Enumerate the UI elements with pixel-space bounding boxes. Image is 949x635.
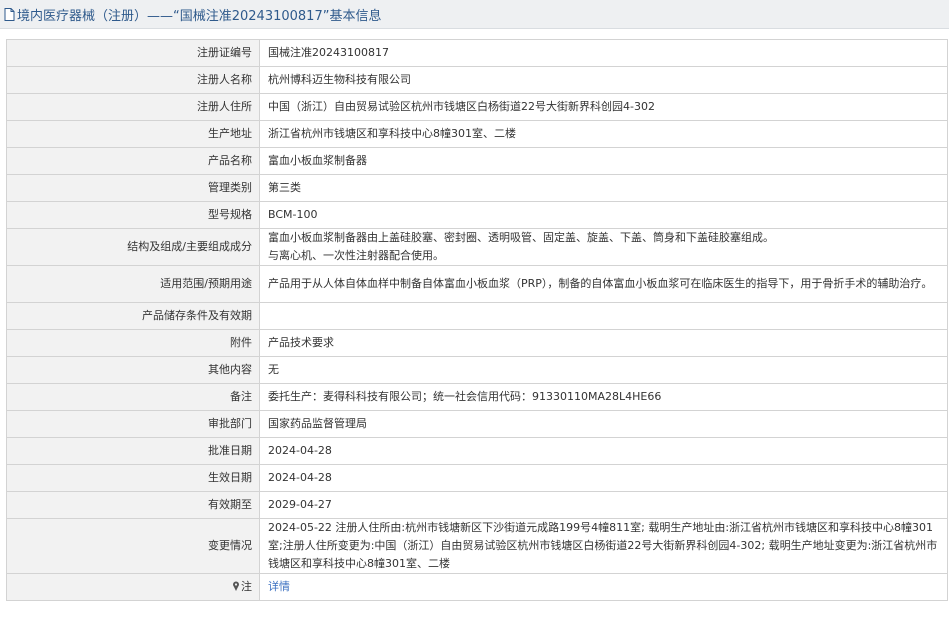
other-content: 无 <box>259 356 948 384</box>
table-row: 适用范围/预期用途 产品用于从人体自体血样中制备自体富血小板血浆（PRP），制备… <box>6 265 948 303</box>
approval-date: 2024-04-28 <box>259 437 948 465</box>
row-label: 适用范围/预期用途 <box>6 265 260 303</box>
row-label: 型号规格 <box>6 201 260 229</box>
approval-department: 国家药品监督管理局 <box>259 410 948 438</box>
row-label: 变更情况 <box>6 518 260 574</box>
intended-use: 产品用于从人体自体血样中制备自体富血小板血浆（PRP），制备的自体富血小板血浆可… <box>259 265 948 303</box>
table-row: 注册人住所 中国（浙江）自由贸易试验区杭州市钱塘区白杨街道22号大街新界科创园4… <box>6 93 948 121</box>
note-cell: 详情 <box>259 573 948 601</box>
table-row: 变更情况 2024-05-22 注册人住所由:杭州市钱塘新区下沙街道元成路199… <box>6 518 948 574</box>
table-row: 产品储存条件及有效期 <box>6 302 948 330</box>
row-label: 附件 <box>6 329 260 357</box>
table-row: 批准日期 2024-04-28 <box>6 437 948 465</box>
table-row: 产品名称 富血小板血浆制备器 <box>6 147 948 175</box>
page-title-bar: 境内医疗器械（注册）——“国械注准20243100817”基本信息 <box>0 0 949 29</box>
page-title: 境内医疗器械（注册）——“国械注准20243100817”基本信息 <box>17 8 382 24</box>
registrant-name: 杭州博科迈生物科技有限公司 <box>259 66 948 94</box>
map-pin-icon <box>233 581 239 591</box>
row-label: 产品储存条件及有效期 <box>6 302 260 330</box>
details-link[interactable]: 详情 <box>268 580 290 593</box>
effective-date: 2024-04-28 <box>259 464 948 492</box>
row-label: 生效日期 <box>6 464 260 492</box>
row-label: 产品名称 <box>6 147 260 175</box>
document-icon <box>4 7 15 21</box>
structure-line-2: 与离心机、一次性注射器配合使用。 <box>268 249 444 262</box>
expiry-date: 2029-04-27 <box>259 491 948 519</box>
table-row: 备注 委托生产：麦得科科技有限公司；统一社会信用代码：91330110MA28L… <box>6 383 948 411</box>
table-row: 注册人名称 杭州博科迈生物科技有限公司 <box>6 66 948 94</box>
table-row: 结构及组成/主要组成成分 富血小板血浆制备器由上盖硅胶塞、密封圈、透明吸管、固定… <box>6 228 948 266</box>
row-label: 其他内容 <box>6 356 260 384</box>
row-label: 注册人名称 <box>6 66 260 94</box>
row-label: 生产地址 <box>6 120 260 148</box>
table-row: 生产地址 浙江省杭州市钱塘区和享科技中心8幢301室、二楼 <box>6 120 948 148</box>
storage-conditions <box>259 302 948 330</box>
table-row: 管理类别 第三类 <box>6 174 948 202</box>
row-label: 审批部门 <box>6 410 260 438</box>
registrant-address: 中国（浙江）自由贸易试验区杭州市钱塘区白杨街道22号大街新界科创园4-302 <box>259 93 948 121</box>
remarks: 委托生产：麦得科科技有限公司；统一社会信用代码：91330110MA28L4HE… <box>259 383 948 411</box>
table-row: 型号规格 BCM-100 <box>6 201 948 229</box>
production-address: 浙江省杭州市钱塘区和享科技中心8幢301室、二楼 <box>259 120 948 148</box>
table-row: 其他内容 无 <box>6 356 948 384</box>
note-label: 注 <box>241 580 252 593</box>
device-info-table: 注册证编号 国械注准20243100817 注册人名称 杭州博科迈生物科技有限公… <box>6 39 948 601</box>
table-row: 附件 产品技术要求 <box>6 329 948 357</box>
row-label: 备注 <box>6 383 260 411</box>
note-label-cell: 注 <box>6 573 260 601</box>
product-name: 富血小板血浆制备器 <box>259 147 948 175</box>
registration-number: 国械注准20243100817 <box>259 39 948 67</box>
row-label: 注册人住所 <box>6 93 260 121</box>
row-label: 结构及组成/主要组成成分 <box>6 228 260 266</box>
change-history: 2024-05-22 注册人住所由:杭州市钱塘新区下沙街道元成路199号4幢81… <box>259 518 948 574</box>
structure-composition: 富血小板血浆制备器由上盖硅胶塞、密封圈、透明吸管、固定盖、旋盖、下盖、筒身和下盖… <box>259 228 948 266</box>
table-row: 有效期至 2029-04-27 <box>6 491 948 519</box>
row-label: 批准日期 <box>6 437 260 465</box>
table-row: 生效日期 2024-04-28 <box>6 464 948 492</box>
attachment: 产品技术要求 <box>259 329 948 357</box>
row-label: 管理类别 <box>6 174 260 202</box>
table-row: 审批部门 国家药品监督管理局 <box>6 410 948 438</box>
management-category: 第三类 <box>259 174 948 202</box>
structure-line-1: 富血小板血浆制备器由上盖硅胶塞、密封圈、透明吸管、固定盖、旋盖、下盖、筒身和下盖… <box>268 231 774 244</box>
table-row: 注册证编号 国械注准20243100817 <box>6 39 948 67</box>
table-row: 注 详情 <box>6 573 948 601</box>
row-label: 有效期至 <box>6 491 260 519</box>
row-label: 注册证编号 <box>6 39 260 67</box>
model-spec: BCM-100 <box>259 201 948 229</box>
